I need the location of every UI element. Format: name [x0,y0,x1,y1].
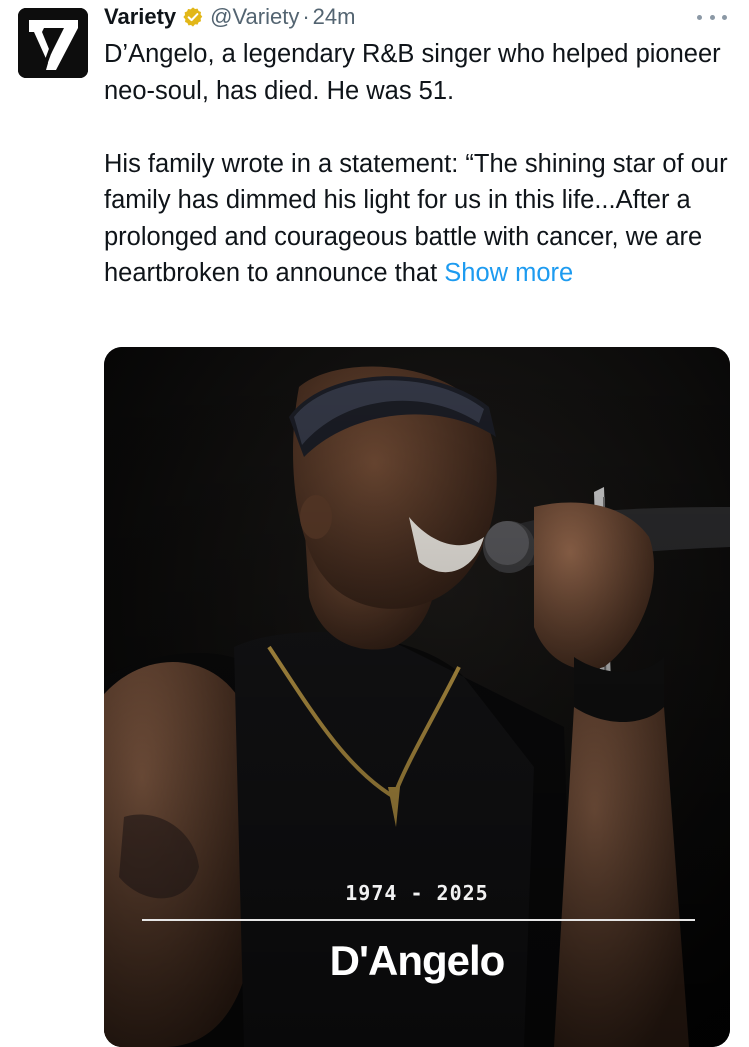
author-name[interactable]: Variety [104,4,176,30]
tweet-text: D’Angelo, a legendary R&B singer who hel… [104,36,739,292]
verified-badge-icon[interactable] [182,6,204,28]
tweet-paragraph: D’Angelo, a legendary R&B singer who hel… [104,40,721,105]
tweet-media-image[interactable]: 1974 - 2025 D'Angelo [104,347,730,1047]
show-more-link[interactable]: Show more [444,259,573,287]
divider [142,919,695,921]
tweet-header: Variety @Variety · 24m [104,2,355,32]
life-years: 1974 - 2025 [345,881,489,905]
author-handle[interactable]: @Variety [210,4,299,30]
tweet-paragraph-text: His family wrote in a statement: “The sh… [104,149,728,288]
avatar[interactable] [18,8,88,78]
separator-dot: · [302,4,310,29]
more-options-icon[interactable] [697,10,727,24]
variety-logo-icon [18,8,88,78]
tweet-paragraph: His family wrote in a statement: “The sh… [104,146,739,292]
post-time[interactable]: 24m [313,4,356,30]
memorial-name: D'Angelo [329,937,506,984]
